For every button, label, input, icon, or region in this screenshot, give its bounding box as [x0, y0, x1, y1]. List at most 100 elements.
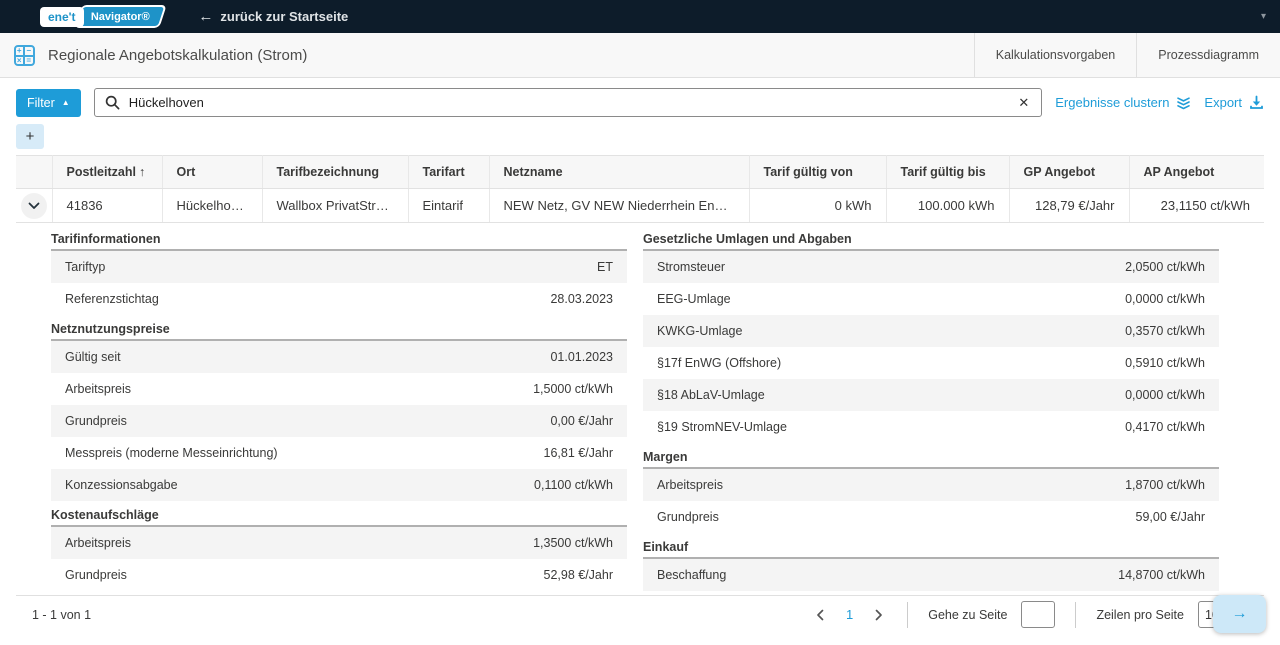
search-input[interactable]	[129, 95, 1008, 110]
current-page-number[interactable]: 1	[842, 607, 857, 622]
detail-row: Konzessionsabgabe0,1100 ct/kWh	[51, 469, 627, 501]
detail-row: EEG-Umlage0,0000 ct/kWh	[643, 283, 1219, 315]
next-step-button[interactable]: →	[1213, 595, 1266, 633]
detail-row-value: ET	[597, 260, 627, 274]
result-range-label: 1 - 1 von 1	[32, 608, 91, 622]
prozessdiagramm-link[interactable]: Prozessdiagramm	[1136, 33, 1280, 77]
column-header-netzname[interactable]: Netzname	[489, 156, 749, 189]
detail-row-label: Grundpreis	[51, 414, 550, 428]
results-table: Postleitzahl↑ Ort Tarifbezeichnung Tarif…	[16, 155, 1264, 223]
detail-row-label: Arbeitspreis	[51, 382, 533, 396]
detail-row: Arbeitspreis1,3500 ct/kWh	[51, 527, 627, 559]
detail-row-value: 16,81 €/Jahr	[544, 446, 628, 460]
cell-netzname: NEW Netz, GV NEW Niederrhein Energie	[489, 189, 749, 223]
title-bar: +−×= Regionale Angebotskalkulation (Stro…	[0, 33, 1280, 78]
column-header-postleitzahl[interactable]: Postleitzahl↑	[52, 156, 162, 189]
detail-row-label: Grundpreis	[51, 568, 544, 582]
column-header-gp-angebot[interactable]: GP Angebot	[1009, 156, 1129, 189]
goto-page-label: Gehe zu Seite	[928, 608, 1007, 622]
detail-row: Gültig seit01.01.2023	[51, 341, 627, 373]
detail-row: TariftypET	[51, 251, 627, 283]
add-filter-row: +	[16, 124, 1264, 149]
clear-search-icon[interactable]: ✕	[1016, 95, 1031, 111]
detail-row-value: 0,3570 ct/kWh	[1125, 324, 1219, 338]
enet-navigator-logo[interactable]: ene't Navigator®	[40, 7, 160, 27]
column-header-ort[interactable]: Ort	[162, 156, 262, 189]
detail-section-heading: Tarifinformationen	[51, 225, 627, 251]
detail-row-label: §19 StromNEV-Umlage	[643, 420, 1125, 434]
back-to-start-link[interactable]: ← zurück zur Startseite	[198, 8, 348, 25]
detail-row: Arbeitspreis1,8700 ct/kWh	[643, 469, 1219, 501]
detail-row-value: 0,4170 ct/kWh	[1125, 420, 1219, 434]
cell-postleitzahl: 41836	[52, 189, 162, 223]
detail-row-value: 1,3500 ct/kWh	[533, 536, 627, 550]
detail-row-value: 52,98 €/Jahr	[544, 568, 628, 582]
previous-page-button[interactable]	[812, 607, 828, 623]
cell-tarif-gueltig-von: 0 kWh	[749, 189, 886, 223]
detail-row-label: Gültig seit	[51, 350, 550, 364]
filter-button[interactable]: Filter ▲	[16, 89, 81, 117]
row-detail-panels: TarifinformationenTariftypETReferenzstic…	[16, 223, 1264, 591]
detail-row: §19 StromNEV-Umlage0,4170 ct/kWh	[643, 411, 1219, 443]
add-filter-button[interactable]: +	[16, 124, 44, 149]
cell-tarifart: Eintarif	[408, 189, 489, 223]
chevron-left-icon	[816, 609, 824, 621]
detail-row-label: Tariftyp	[51, 260, 597, 274]
arrow-right-icon: →	[1232, 605, 1248, 622]
cluster-link-label: Ergebnisse clustern	[1055, 95, 1169, 110]
app-window: ene't Navigator® ← zurück zur Startseite…	[0, 0, 1280, 645]
chevron-down-icon[interactable]: ▾	[1261, 11, 1266, 22]
detail-row-value: 1,5000 ct/kWh	[533, 382, 627, 396]
logo-brand: ene't	[40, 7, 84, 27]
search-box: ✕	[94, 88, 1043, 117]
cluster-results-link[interactable]: Ergebnisse clustern	[1055, 95, 1191, 110]
detail-row-value: 28.03.2023	[550, 292, 627, 306]
detail-row-value: 0,00 €/Jahr	[550, 414, 627, 428]
detail-row-value: 0,0000 ct/kWh	[1125, 388, 1219, 402]
column-header-tarifart[interactable]: Tarifart	[408, 156, 489, 189]
caret-up-icon: ▲	[62, 98, 70, 107]
download-icon	[1249, 95, 1264, 110]
detail-row-label: Referenzstichtag	[51, 292, 550, 306]
detail-row-label: Konzessionsabgabe	[51, 478, 534, 492]
cell-tarif-gueltig-bis: 100.000 kWh	[886, 189, 1009, 223]
search-icon	[105, 95, 120, 110]
collapse-row-button[interactable]	[21, 193, 47, 219]
column-header-tarif-gueltig-von[interactable]: Tarif gültig von	[749, 156, 886, 189]
filter-button-label: Filter	[27, 96, 55, 110]
detail-section-heading: Einkauf	[643, 533, 1219, 559]
detail-row-value: 1,8700 ct/kWh	[1125, 478, 1219, 492]
detail-row: Arbeitspreis1,5000 ct/kWh	[51, 373, 627, 405]
export-link[interactable]: Export	[1204, 95, 1264, 110]
column-header-tarifbezeichnung[interactable]: Tarifbezeichnung	[262, 156, 408, 189]
detail-row: Messpreis (moderne Messeinrichtung)16,81…	[51, 437, 627, 469]
detail-column-right: Gesetzliche Umlagen und AbgabenStromsteu…	[643, 225, 1219, 591]
column-header-ap-angebot[interactable]: AP Angebot	[1129, 156, 1264, 189]
detail-section-heading: Netznutzungspreise	[51, 315, 627, 341]
detail-row-value: 01.01.2023	[550, 350, 627, 364]
rows-per-page-label: Zeilen pro Seite	[1096, 608, 1184, 622]
goto-page-input[interactable]	[1021, 601, 1055, 628]
chevron-right-icon	[875, 609, 883, 621]
detail-row: Grundpreis0,00 €/Jahr	[51, 405, 627, 437]
page-title: Regionale Angebotskalkulation (Strom)	[48, 47, 307, 64]
calculator-icon: +−×=	[14, 45, 35, 66]
detail-row: KWKG-Umlage0,3570 ct/kWh	[643, 315, 1219, 347]
detail-row: Stromsteuer2,0500 ct/kWh	[643, 251, 1219, 283]
divider	[1075, 602, 1076, 628]
cell-tarifbezeichnung: Wallbox PrivatStrom	[262, 189, 408, 223]
detail-row-value: 0,1100 ct/kWh	[534, 478, 627, 492]
detail-section-heading: Kostenaufschläge	[51, 501, 627, 527]
detail-row: §18 AbLaV-Umlage0,0000 ct/kWh	[643, 379, 1219, 411]
detail-row-value: 0,5910 ct/kWh	[1125, 356, 1219, 370]
table-row[interactable]: 41836 Hückelhoven Wallbox PrivatStrom Ei…	[16, 189, 1264, 223]
column-header-tarif-gueltig-bis[interactable]: Tarif gültig bis	[886, 156, 1009, 189]
cell-ap-angebot: 23,1150 ct/kWh	[1129, 189, 1264, 223]
detail-row-value: 59,00 €/Jahr	[1136, 510, 1220, 524]
kalkulationsvorgaben-link[interactable]: Kalkulationsvorgaben	[974, 33, 1137, 77]
next-page-button[interactable]	[871, 607, 887, 623]
detail-row-label: Stromsteuer	[643, 260, 1125, 274]
detail-row: Referenzstichtag28.03.2023	[51, 283, 627, 315]
table-header-row: Postleitzahl↑ Ort Tarifbezeichnung Tarif…	[16, 156, 1264, 189]
detail-row-label: KWKG-Umlage	[643, 324, 1125, 338]
